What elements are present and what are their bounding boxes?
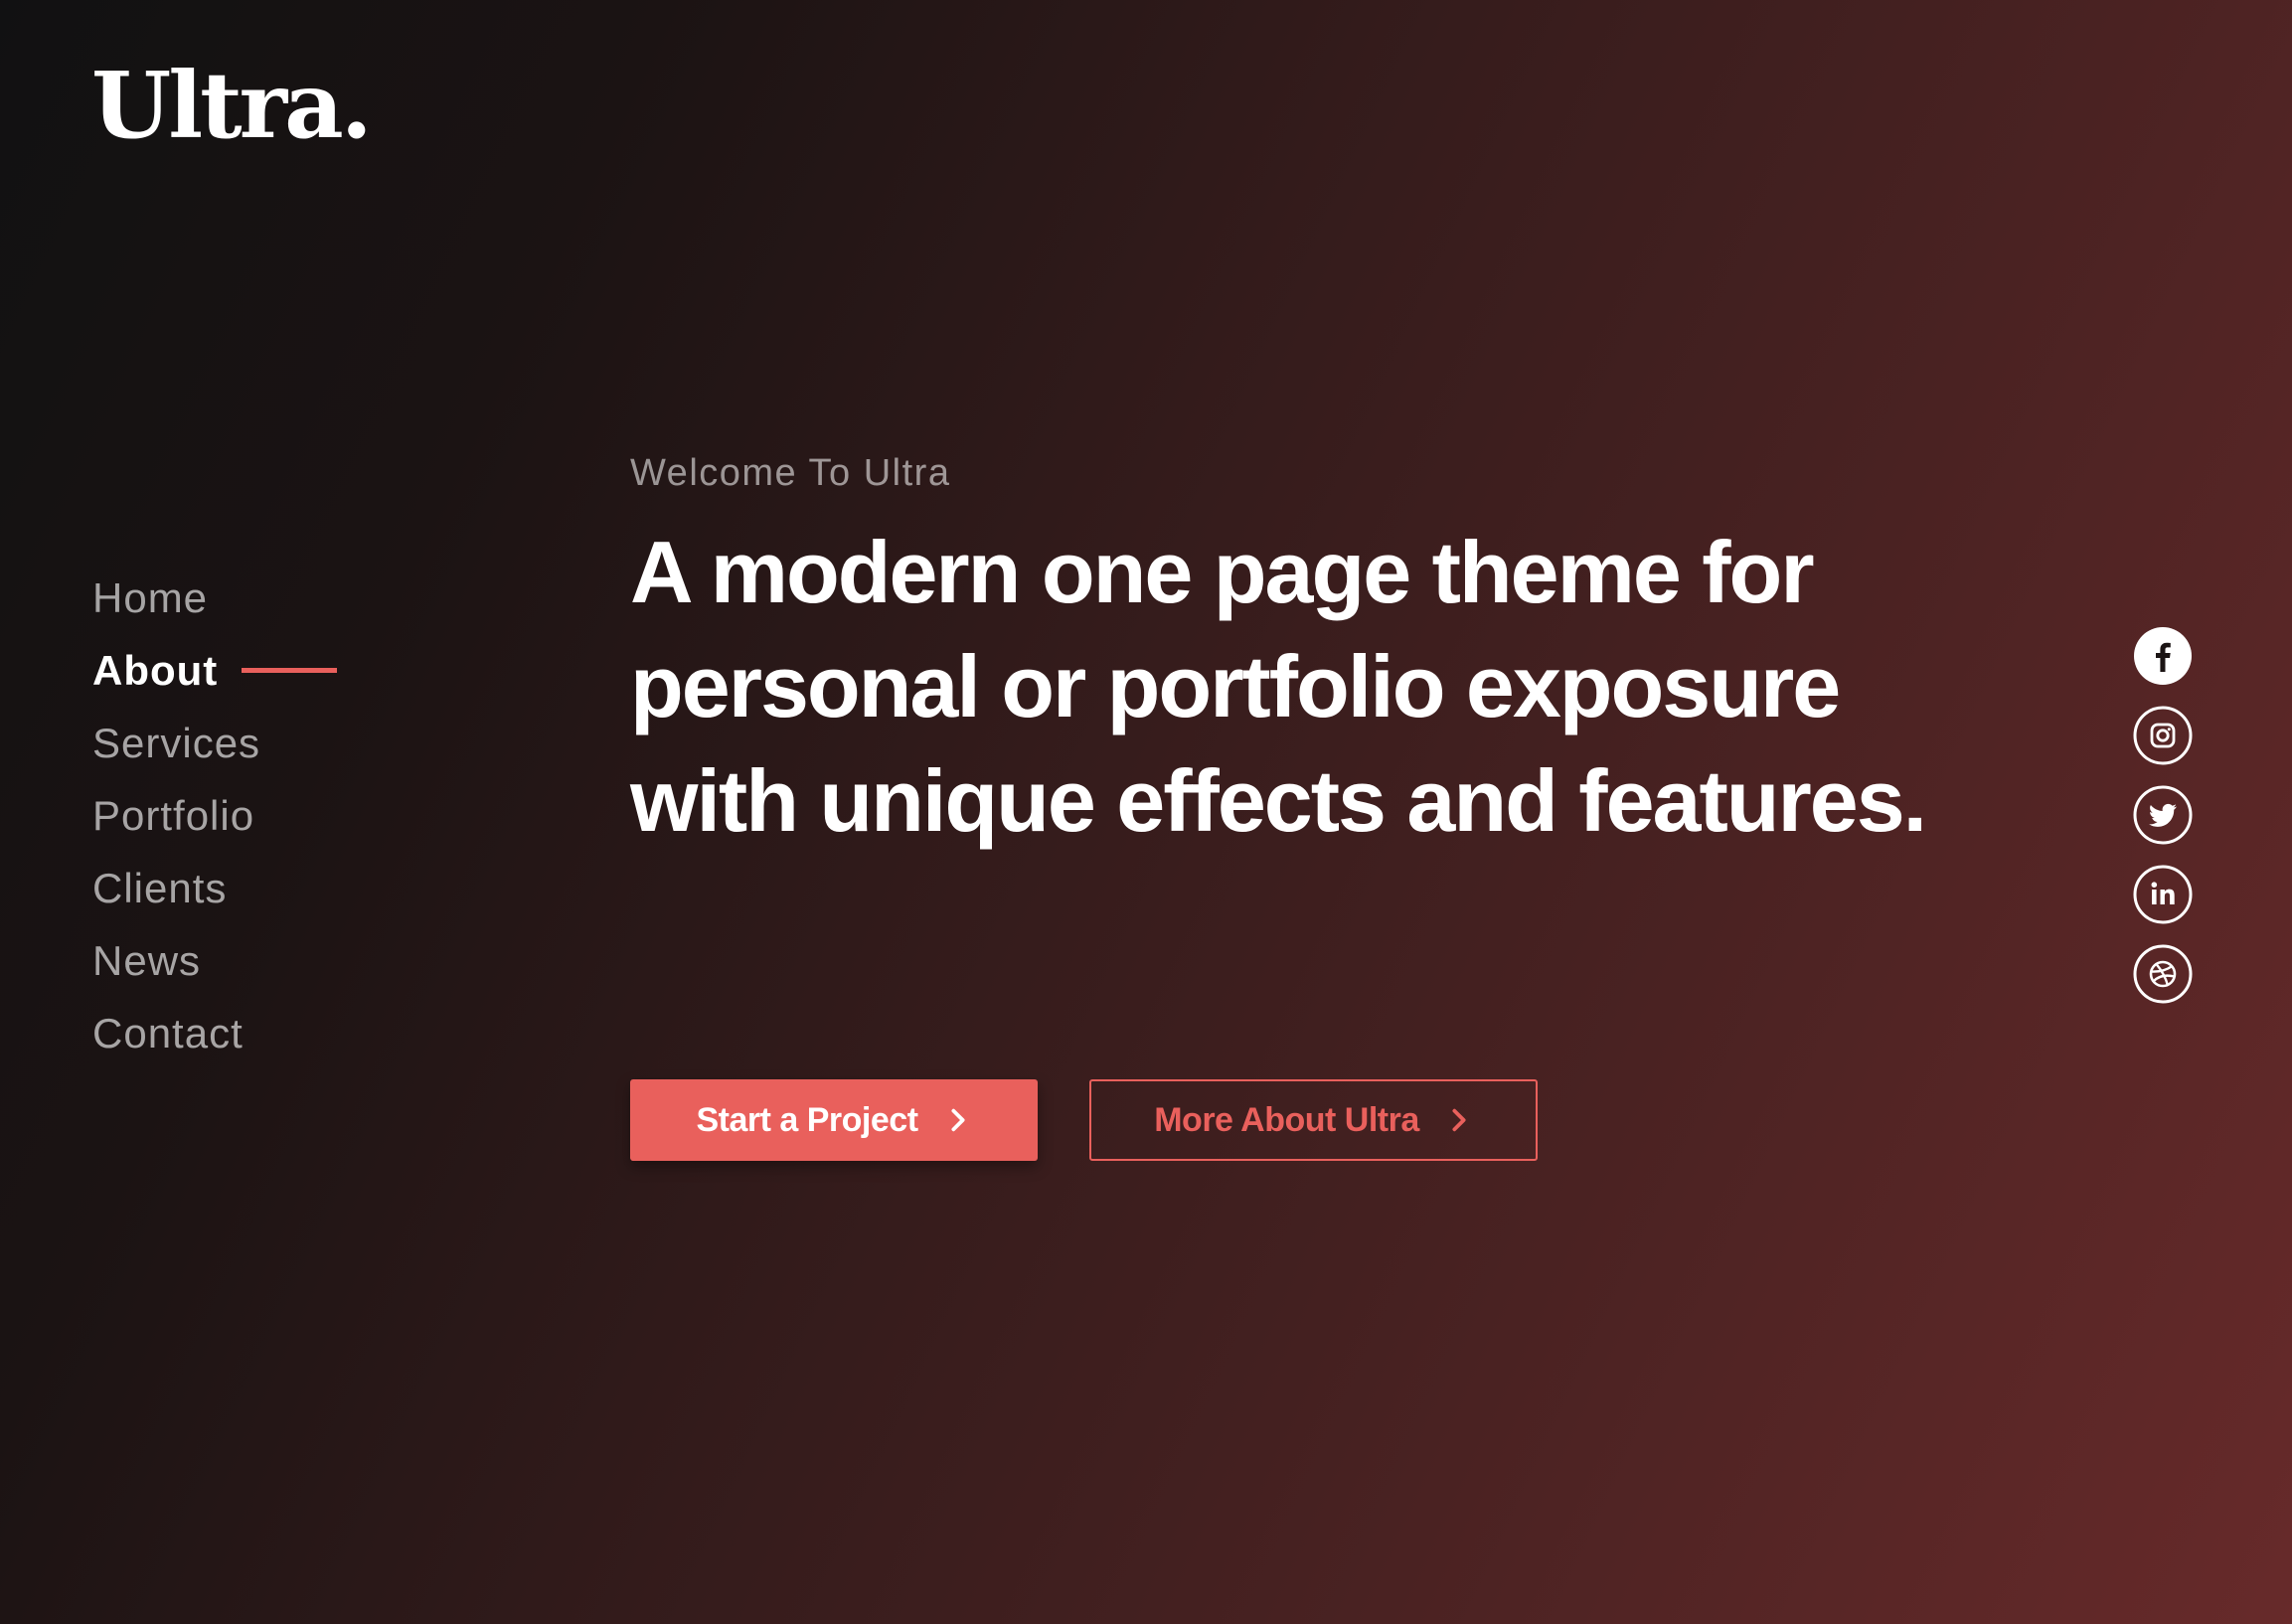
hero-buttons: Start a Project More About Ultra xyxy=(630,1079,1538,1161)
nav-item-home[interactable]: Home xyxy=(92,562,337,634)
nav-item-services[interactable]: Services xyxy=(92,707,337,779)
more-about-label: More About Ultra xyxy=(1154,1100,1419,1139)
hero-headline: A modern one page theme for personal or … xyxy=(630,523,1927,850)
active-indicator xyxy=(242,668,338,673)
chevron-right-icon xyxy=(1452,1108,1466,1132)
side-navigation: Home About Services Portfolio Clients Ne… xyxy=(92,562,338,1069)
chevron-right-icon xyxy=(950,1108,965,1132)
facebook-icon[interactable] xyxy=(2133,626,2193,686)
linkedin-icon[interactable] xyxy=(2133,865,2193,924)
more-about-button[interactable]: More About Ultra xyxy=(1089,1079,1538,1161)
twitter-icon[interactable] xyxy=(2133,785,2193,845)
nav-item-portfolio[interactable]: Portfolio xyxy=(92,779,337,852)
nav-item-clients[interactable]: Clients xyxy=(92,852,337,924)
start-project-label: Start a Project xyxy=(696,1100,918,1139)
nav-item-contact[interactable]: Contact xyxy=(92,997,337,1069)
nav-item-label: Home xyxy=(92,573,209,621)
nav-item-about[interactable]: About xyxy=(92,634,338,707)
start-project-button[interactable]: Start a Project xyxy=(630,1079,1038,1161)
nav-item-news[interactable]: News xyxy=(92,924,337,997)
nav-item-label: Contact xyxy=(92,1009,244,1056)
social-links xyxy=(2133,626,2193,1024)
nav-item-label: Portfolio xyxy=(92,791,255,839)
dribbble-icon[interactable] xyxy=(2133,944,2193,1004)
nav-item-label: Clients xyxy=(92,864,228,911)
instagram-icon[interactable] xyxy=(2133,706,2193,765)
brand-logo[interactable]: Ultra. xyxy=(91,60,373,151)
nav-item-label: About xyxy=(92,646,219,694)
hero-welcome-text: Welcome To Ultra xyxy=(630,452,951,494)
nav-item-label: News xyxy=(92,936,202,984)
hero-section: Welcome To Ultra A modern one page theme… xyxy=(630,452,1942,858)
nav-item-label: Services xyxy=(92,719,261,766)
